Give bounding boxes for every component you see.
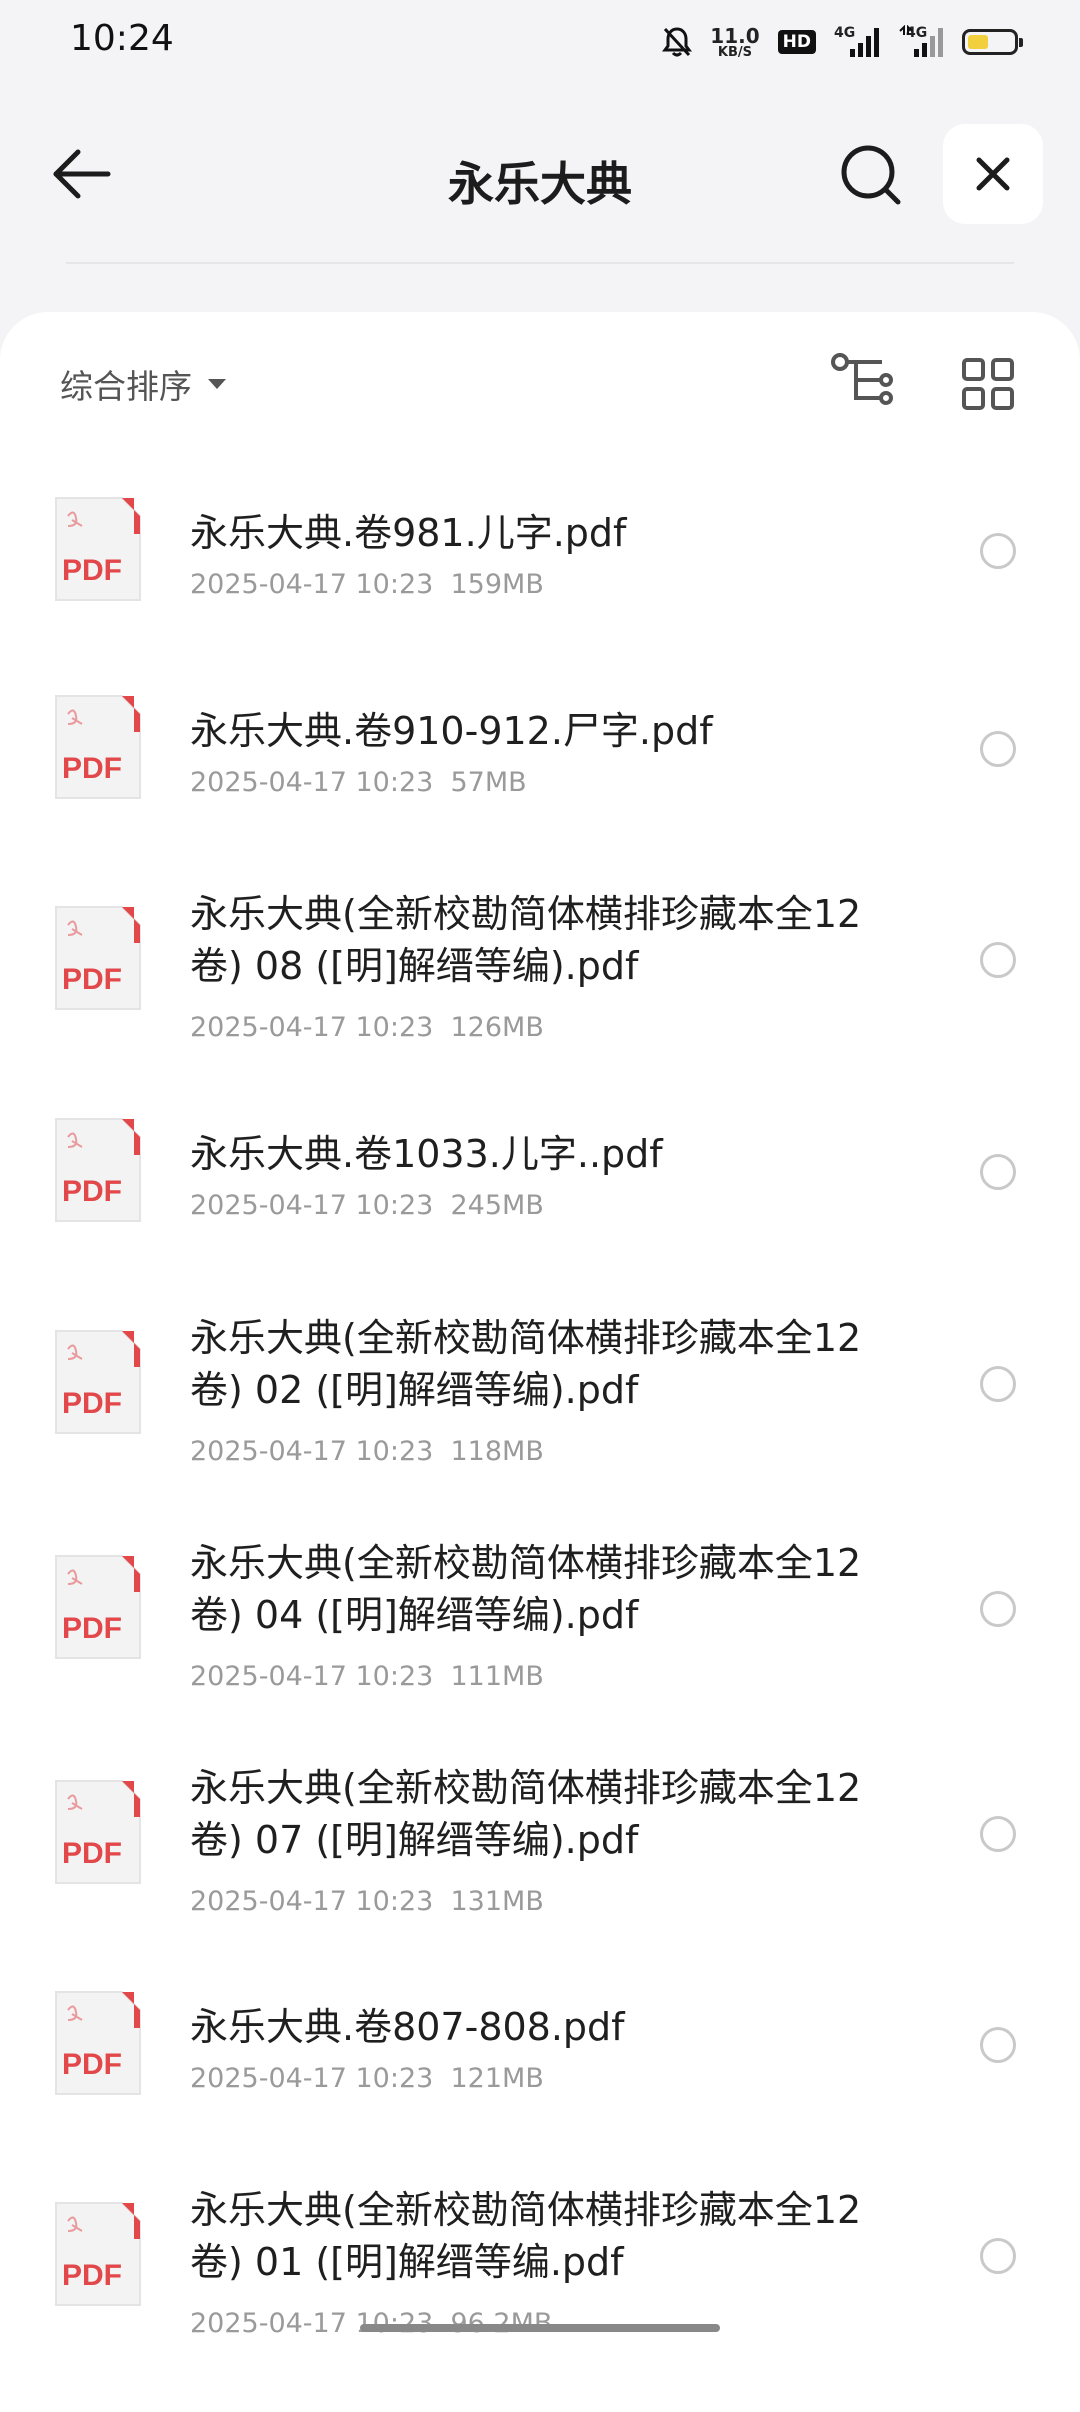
file-item[interactable]: PDF 永乐大典.卷981.儿字.pdf 2025-04-17 10:23 159M… (0, 461, 1080, 641)
select-radio[interactable] (980, 1154, 1016, 1190)
file-name: 永乐大典(全新校勘简体横排珍藏本全12卷) 08 ([明]解缙等编).pdf (190, 892, 862, 988)
battery-fill (968, 35, 988, 49)
file-list-card: 综合排序 PDF 永乐大典.卷981.儿字.pdf 2025-04-17 10:23… (0, 312, 1080, 2412)
pdf-label: PDF (62, 2048, 122, 2081)
file-date: 2025-04-17 10:23 (190, 1661, 434, 1692)
file-date: 2025-04-17 10:23 (190, 1190, 434, 1221)
file-meta: 2025-04-17 10:23 118MB (190, 1436, 544, 1467)
pdf-label: PDF (62, 1387, 122, 1420)
tree-view-icon (831, 353, 893, 405)
file-item[interactable]: PDF 永乐大典.卷1033.儿字..pdf 2025-04-17 10:23 24… (0, 1082, 1080, 1262)
pdf-label: PDF (62, 1837, 122, 1870)
pdf-file-icon: PDF (52, 692, 144, 802)
select-radio[interactable] (980, 942, 1016, 978)
home-indicator[interactable] (360, 2324, 720, 2332)
select-radio[interactable] (980, 731, 1016, 767)
file-date: 2025-04-17 10:23 (190, 2063, 434, 2094)
signal-icon: 4G (834, 25, 880, 59)
select-radio[interactable] (980, 2238, 1016, 2274)
select-radio[interactable] (980, 2027, 1016, 2063)
file-item[interactable]: PDF 永乐大典.卷807-808.pdf 2025-04-17 10:23 121… (0, 1955, 1080, 2135)
file-size: 121MB (450, 2063, 544, 2094)
hd-icon: HD (777, 30, 816, 54)
dropdown-triangle-icon (208, 379, 226, 389)
file-size: 131MB (450, 1886, 544, 1917)
status-bar: 10:24 11.0 KB/S HD 4G 4G (0, 0, 1080, 84)
file-date: 2025-04-17 10:23 (190, 1012, 434, 1043)
sort-label: 综合排序 (60, 367, 192, 406)
pdf-file-icon: PDF (52, 1115, 144, 1225)
file-name: 永乐大典(全新校勘简体横排珍藏本全12卷) 02 ([明]解缙等编).pdf (190, 1316, 862, 1412)
file-size: 159MB (450, 569, 544, 600)
file-item[interactable]: PDF 永乐大典(全新校勘简体横排珍藏本全12卷) 08 ([明]解缙等编).pd… (0, 870, 1080, 1050)
select-radio[interactable] (980, 1816, 1016, 1852)
file-size: 126MB (450, 1012, 544, 1043)
close-button[interactable] (943, 124, 1043, 224)
file-size: 118MB (450, 1436, 544, 1467)
file-item[interactable]: PDF 永乐大典.卷910-912.尸字.pdf 2025-04-17 10:23 … (0, 659, 1080, 839)
file-name: 永乐大典.卷910-912.尸字.pdf (190, 709, 713, 753)
page-title: 永乐大典 (448, 157, 632, 211)
pdf-label: PDF (62, 963, 122, 996)
pdf-label: PDF (62, 1612, 122, 1645)
status-icons: 11.0 KB/S HD 4G 4G (662, 22, 1023, 62)
select-radio[interactable] (980, 1366, 1016, 1402)
pdf-label: PDF (62, 554, 122, 587)
header-divider (66, 262, 1014, 264)
file-name: 永乐大典.卷807-808.pdf (190, 2005, 625, 2049)
file-date: 2025-04-17 10:23 (190, 1436, 434, 1467)
battery-icon (962, 29, 1023, 55)
grid-view-icon (962, 358, 1014, 410)
pdf-file-icon: PDF (52, 1327, 144, 1437)
file-item[interactable]: PDF 永乐大典(全新校勘简体横排珍藏本全12卷) 01 ([明]解缙等编.pdf… (0, 2166, 1080, 2346)
file-size: 57MB (450, 767, 527, 798)
file-name: 永乐大典.卷981.儿字.pdf (190, 511, 627, 555)
file-size: 111MB (450, 1661, 544, 1692)
select-radio[interactable] (980, 1591, 1016, 1627)
pdf-file-icon: PDF (52, 1552, 144, 1662)
file-name: 永乐大典(全新校勘简体横排珍藏本全12卷) 01 ([明]解缙等编.pdf (190, 2188, 862, 2284)
file-date: 2025-04-17 10:23 (190, 1886, 434, 1917)
search-icon (841, 145, 901, 205)
file-meta: 2025-04-17 10:23 57MB (190, 767, 527, 798)
file-meta: 2025-04-17 10:23 159MB (190, 569, 544, 600)
pdf-label: PDF (62, 752, 122, 785)
grid-view-button[interactable] (960, 356, 1016, 412)
file-size: 245MB (450, 1190, 544, 1221)
file-meta: 2025-04-17 10:23 111MB (190, 1661, 544, 1692)
file-meta: 2025-04-17 10:23 245MB (190, 1190, 544, 1221)
file-name: 永乐大典(全新校勘简体横排珍藏本全12卷) 07 ([明]解缙等编).pdf (190, 1766, 862, 1862)
net-speed-unit: KB/S (717, 44, 753, 60)
pdf-file-icon: PDF (52, 494, 144, 604)
pdf-label: PDF (62, 2259, 122, 2292)
pdf-label: PDF (62, 1175, 122, 1208)
pdf-file-icon: PDF (52, 1988, 144, 2098)
file-meta: 2025-04-17 10:23 131MB (190, 1886, 544, 1917)
pdf-file-icon: PDF (52, 2199, 144, 2309)
file-meta: 2025-04-17 10:23 126MB (190, 1012, 544, 1043)
list-toolbar: 综合排序 (0, 312, 1080, 452)
select-radio[interactable] (980, 533, 1016, 569)
file-date: 2025-04-17 10:23 (190, 767, 434, 798)
net-speed-value: 11.0 (710, 23, 760, 48)
header: 永乐大典 (0, 120, 1080, 230)
file-item[interactable]: PDF 永乐大典(全新校勘简体横排珍藏本全12卷) 07 ([明]解缙等编).pd… (0, 1744, 1080, 1924)
file-name: 永乐大典(全新校勘简体横排珍藏本全12卷) 04 ([明]解缙等编).pdf (190, 1541, 862, 1637)
file-item[interactable]: PDF 永乐大典(全新校勘简体横排珍藏本全12卷) 04 ([明]解缙等编).pd… (0, 1519, 1080, 1699)
sort-dropdown[interactable]: 综合排序 (60, 360, 228, 408)
close-icon (976, 157, 1010, 191)
file-name: 永乐大典.卷1033.儿字..pdf (190, 1132, 663, 1176)
file-meta: 2025-04-17 10:23 121MB (190, 2063, 544, 2094)
status-time: 10:24 (70, 18, 174, 59)
signal-icon-2: 4G (898, 25, 944, 59)
file-item[interactable]: PDF 永乐大典(全新校勘简体横排珍藏本全12卷) 02 ([明]解缙等编).pd… (0, 1294, 1080, 1474)
pdf-file-icon: PDF (52, 903, 144, 1013)
pdf-file-icon: PDF (52, 1777, 144, 1887)
bell-off-icon (662, 27, 693, 57)
net-speed: 11.0 KB/S (710, 26, 759, 59)
file-date: 2025-04-17 10:23 (190, 569, 434, 600)
tree-view-button[interactable] (830, 352, 894, 412)
search-button[interactable] (836, 140, 906, 210)
